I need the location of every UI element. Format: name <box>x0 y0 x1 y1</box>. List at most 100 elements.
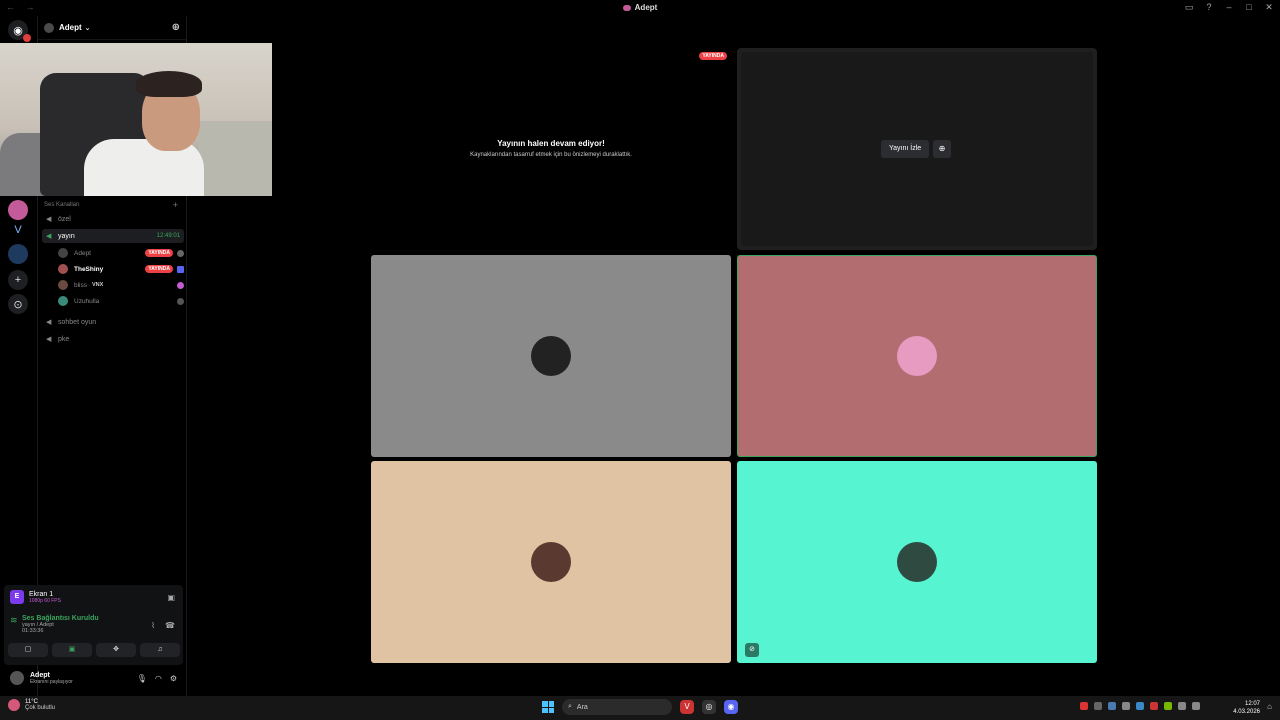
close-icon[interactable]: ✕ <box>1264 2 1274 12</box>
screen-quality: 1080p 60 FPS <box>29 597 61 604</box>
server-avatar <box>44 22 54 33</box>
server-header[interactable]: Adept ⌄ ⊕ <box>38 16 186 40</box>
activities-button[interactable]: ✥ <box>96 643 136 657</box>
watch-stream-button[interactable]: Yayını İzle <box>881 140 930 158</box>
window-title: Adept <box>0 3 1280 12</box>
invite-icon[interactable]: ⊕ <box>172 22 180 33</box>
voice-connection-panel: E Ekran 1 1080p 60 FPS ▣ ≋ Ses Bağlantıs… <box>4 585 183 665</box>
participant-tile-speaking[interactable] <box>737 255 1097 457</box>
add-channel-icon[interactable]: + <box>173 200 178 210</box>
app-icon[interactable]: ◎ <box>702 700 716 714</box>
server-name: Adept <box>59 23 82 32</box>
server-icon-3[interactable] <box>8 244 28 264</box>
voice-connected-label[interactable]: Ses Bağlantısı Kuruldu <box>22 615 99 622</box>
taskbar-search[interactable]: ⌕ Ara <box>562 699 672 715</box>
add-server-icon[interactable]: + <box>8 270 28 290</box>
soundboard-button[interactable]: ♫ <box>140 643 180 657</box>
camera-button[interactable]: ▢ <box>8 643 48 657</box>
channel-ozel[interactable]: ◀ özel <box>42 212 184 226</box>
avatar <box>58 280 68 290</box>
screen-share-button[interactable]: ▣ <box>52 643 92 657</box>
stream-paused-heading: Yayının halen devam ediyor! <box>497 139 605 148</box>
search-label: Ara <box>576 703 588 711</box>
live-badge: YAYINDA <box>145 249 173 257</box>
user-name: Adept <box>74 249 91 257</box>
stop-share-icon[interactable]: ▣ <box>167 593 175 602</box>
voice-user[interactable]: Uzuhulla <box>58 294 184 308</box>
speaker-icon: ◀ <box>46 319 52 326</box>
avatar <box>58 248 68 258</box>
inbox-icon[interactable]: ▭ <box>1184 2 1194 12</box>
weather-widget[interactable]: 11°C Çok bulutlu <box>8 699 55 711</box>
live-badge: YAYINDA <box>145 265 173 273</box>
webcam-overlay[interactable] <box>0 43 272 196</box>
stream-preview[interactable]: Yayını İzle ⊕ <box>737 48 1097 250</box>
settings-gear-icon[interactable]: ⚙ <box>170 674 177 683</box>
tray-icon[interactable] <box>1094 702 1102 710</box>
stream-paused-panel: YAYINDA Yayının halen devam ediyor! Kayn… <box>371 48 731 250</box>
wifi-icon[interactable] <box>1178 702 1186 710</box>
explore-icon[interactable]: ⊙ <box>8 294 28 314</box>
discord-mini-icon <box>622 4 631 11</box>
nvidia-icon[interactable] <box>1164 702 1172 710</box>
user-status: Ekranını paylaşıyor <box>30 678 73 685</box>
windows-taskbar: 11°C Çok bulutlu ⌕ Ara V ◎ ◉ 12:07 4.03.2… <box>0 696 1280 720</box>
tray-icon[interactable] <box>1150 702 1158 710</box>
clock-time: 12:07 <box>1244 701 1260 707</box>
start-button[interactable] <box>542 701 554 713</box>
mic-icon[interactable]: 🎙 <box>137 674 147 683</box>
help-icon[interactable]: ? <box>1204 2 1214 12</box>
signal-icon: ≋ <box>10 615 18 625</box>
live-badge: YAYINDA <box>699 52 727 60</box>
user-name: Adept <box>30 671 50 679</box>
channel-name: özel <box>58 215 71 223</box>
vivaldi-icon[interactable]: V <box>680 700 694 714</box>
taskbar-clock[interactable]: 12:07 4.03.2026 <box>1233 700 1260 716</box>
channel-sohbet-oyun[interactable]: ◀ sohbet oyun <box>42 315 184 329</box>
headset-icon[interactable]: ◠ <box>155 674 162 683</box>
screen-icon <box>177 265 184 273</box>
steam-icon[interactable] <box>1108 702 1116 710</box>
disconnect-icon[interactable]: ☎ <box>165 621 175 630</box>
avatar <box>58 264 68 274</box>
weather-icon <box>8 699 20 711</box>
user-name: TheShiny <box>74 265 104 273</box>
screen-name: Ekran 1 <box>29 590 54 598</box>
channel-pke[interactable]: ◀ pke <box>42 332 184 346</box>
status-icon <box>177 249 184 257</box>
avatar[interactable] <box>10 671 24 685</box>
user-panel: Adept Ekranını paylaşıyor 🎙 ◠ ⚙ <box>4 665 183 691</box>
voice-user[interactable]: bliss VNX <box>58 278 184 292</box>
notification-bell-icon[interactable]: ⌂ <box>1267 702 1272 711</box>
popout-icon[interactable]: ⊕ <box>933 140 951 158</box>
screen-share-avatar: E <box>10 590 24 604</box>
discord-home-icon[interactable]: ◉ <box>8 20 31 42</box>
discord-taskbar-icon[interactable]: ◉ <box>724 700 738 714</box>
tray-icon[interactable] <box>1122 702 1130 710</box>
participant-tile[interactable] <box>371 461 731 663</box>
weather-condition: Çok bulutlu <box>25 705 56 711</box>
voice-user[interactable]: TheShiny YAYINDA <box>58 262 184 276</box>
participant-tile[interactable]: ⊘ <box>737 461 1097 663</box>
chevron-down-icon: ⌄ <box>84 24 91 32</box>
tray-icon[interactable] <box>1136 702 1144 710</box>
tray-icon[interactable] <box>1080 702 1088 710</box>
stream-paused-body: Kaynaklarından tasarruf etmek için bu ön… <box>470 152 632 158</box>
speaker-icon: ◀ <box>46 336 52 343</box>
server-icon-1[interactable] <box>8 200 28 220</box>
user-name: bliss <box>74 281 88 289</box>
participant-tile[interactable] <box>371 255 731 457</box>
channel-name: pke <box>58 335 70 343</box>
system-tray <box>1080 702 1200 710</box>
voice-user[interactable]: Adept YAYINDA <box>58 246 184 260</box>
noise-suppression-icon[interactable]: ⌇ <box>151 621 155 630</box>
category-label[interactable]: Ses Kanalları <box>44 202 80 208</box>
voice-duration: 01:33:36 <box>22 628 44 634</box>
minimize-icon[interactable]: – <box>1224 2 1234 12</box>
server-icon-v[interactable]: V <box>8 220 28 240</box>
avatar <box>897 542 937 582</box>
channel-yayin[interactable]: ◀ yayın 12:49:01 <box>42 229 184 243</box>
channel-timer: 12:49:01 <box>156 233 180 239</box>
maximize-icon[interactable]: □ <box>1244 2 1254 12</box>
volume-icon[interactable] <box>1192 702 1200 710</box>
